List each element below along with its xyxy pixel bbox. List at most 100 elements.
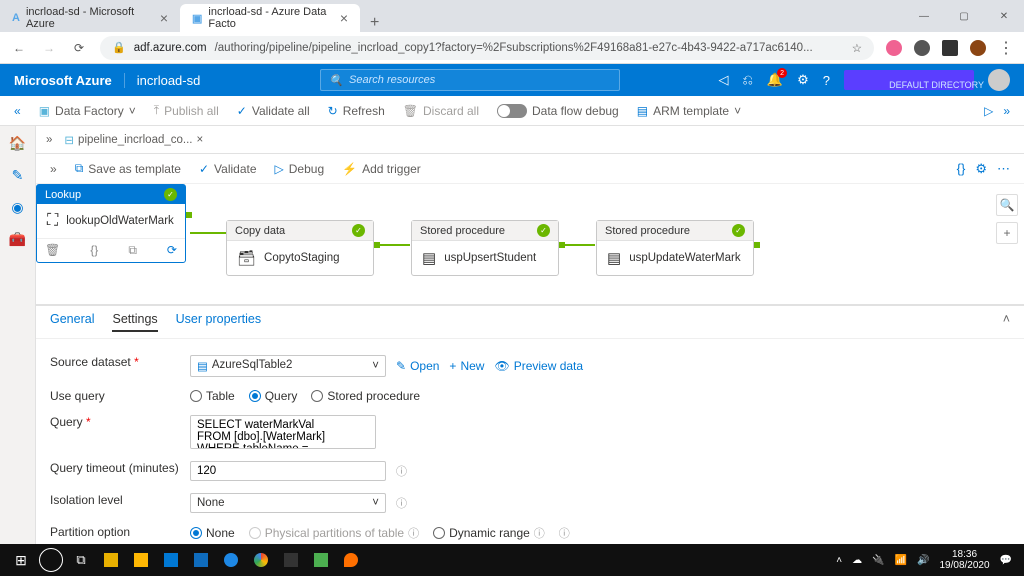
activity-stored-procedure[interactable]: Stored procedure✓ ▤uspUpsertStudent <box>411 220 559 276</box>
new-tab-button[interactable]: + <box>360 14 389 32</box>
help-icon[interactable]: ? <box>823 73 830 88</box>
radio-partition-dynamic[interactable]: Dynamic range ⓘ <box>433 525 545 541</box>
back-button[interactable]: ← <box>10 39 28 57</box>
radio-query[interactable]: Query <box>249 389 298 403</box>
open-dataset-button[interactable]: ✎Open <box>396 359 439 373</box>
taskbar-app[interactable] <box>336 546 366 574</box>
filter-icon[interactable]: ⚙ <box>975 161 987 177</box>
taskbar-app[interactable] <box>216 546 246 574</box>
validate-button[interactable]: ✓Validate <box>199 162 257 176</box>
radio-table[interactable]: Table <box>190 389 235 403</box>
browser-tab-active[interactable]: ▣ incrload-sd - Azure Data Facto × <box>180 4 360 32</box>
taskbar-app[interactable] <box>186 546 216 574</box>
activity-stored-procedure[interactable]: Stored procedure✓ ▤uspUpdateWaterMark <box>596 220 754 276</box>
tray-wifi-icon[interactable]: 📶 <box>895 555 907 566</box>
validate-all-button[interactable]: ✓Validate all <box>237 104 310 118</box>
search-icon[interactable]: 🔍 <box>996 194 1018 216</box>
start-button[interactable]: ⊞ <box>6 546 36 574</box>
tray-notifications-icon[interactable]: 💬 <box>1000 555 1012 566</box>
cortana-button[interactable] <box>36 546 66 574</box>
taskbar-app[interactable] <box>126 546 156 574</box>
taskbar-app[interactable] <box>96 546 126 574</box>
query-timeout-input[interactable] <box>190 461 386 481</box>
source-dataset-select[interactable]: ▤AzureSqlTable2˅ <box>190 355 386 377</box>
git-icon[interactable]: ⎌ <box>743 72 753 88</box>
reload-button[interactable]: ⟳ <box>70 39 88 57</box>
monitor-icon[interactable]: ◉ <box>9 198 27 216</box>
more-icon[interactable]: ⋯ <box>997 161 1010 177</box>
expand-panel-icon[interactable]: » <box>46 134 52 146</box>
info-icon[interactable]: ⓘ <box>396 463 407 479</box>
taskbar-app[interactable] <box>156 546 186 574</box>
data-flow-debug-toggle[interactable]: Data flow debug <box>497 104 619 118</box>
tray-volume-icon[interactable]: 🔊 <box>917 555 929 566</box>
tray-chevron-icon[interactable]: ˄ <box>836 555 842 566</box>
info-icon[interactable]: ⓘ <box>559 525 570 541</box>
radio-partition-none[interactable]: None <box>190 526 235 540</box>
code-icon[interactable]: {} <box>957 161 966 176</box>
close-icon[interactable]: × <box>197 134 204 146</box>
profile-icon[interactable] <box>970 40 986 56</box>
publish-all-button[interactable]: ⤒Publish all <box>154 103 219 118</box>
data-factory-dropdown[interactable]: ▣Data Factory˅ <box>39 104 136 118</box>
url-field[interactable]: 🔒 adf.azure.com/authoring/pipeline/pipel… <box>100 36 874 60</box>
delete-icon[interactable]: 🗑 <box>45 243 60 258</box>
notifications-icon[interactable]: 🔔2 <box>767 72 783 88</box>
minimize-button[interactable]: — <box>904 0 944 32</box>
search-input[interactable]: 🔍 Search resources <box>320 69 620 91</box>
feedback-icon[interactable]: ◁ <box>719 72 729 88</box>
taskbar-app[interactable] <box>276 546 306 574</box>
preview-data-button[interactable]: 👁Preview data <box>494 359 583 373</box>
debug-button[interactable]: ▷Debug <box>275 162 325 176</box>
activity-copy-data[interactable]: Copy data✓ 🗃CopytoStaging <box>226 220 374 276</box>
close-window-button[interactable]: ✕ <box>984 0 1024 32</box>
tray-power-icon[interactable]: 🔌 <box>872 555 884 566</box>
menu-icon[interactable]: ⋮ <box>998 38 1014 58</box>
new-dataset-button[interactable]: +New <box>449 359 484 373</box>
settings-icon[interactable]: ⚙ <box>797 72 809 88</box>
collapse-icon[interactable]: « <box>14 104 21 118</box>
tab-settings[interactable]: Settings <box>112 312 157 332</box>
taskbar-app[interactable] <box>306 546 336 574</box>
tab-user-properties[interactable]: User properties <box>176 312 261 332</box>
radio-stored-procedure[interactable]: Stored procedure <box>311 389 420 403</box>
arrow-icon[interactable]: ⟳ <box>167 243 177 258</box>
extension-icon[interactable] <box>886 40 902 56</box>
tray-cloud-icon[interactable]: ☁ <box>852 555 862 566</box>
task-view-button[interactable]: ⧉ <box>66 546 96 574</box>
collapse-panel-icon[interactable]: ˄ <box>1003 312 1010 332</box>
star-icon[interactable]: ☆ <box>852 41 862 55</box>
close-icon[interactable]: × <box>340 10 348 26</box>
activities-panel-icon[interactable]: » <box>50 162 57 176</box>
maximize-button[interactable]: ▢ <box>944 0 984 32</box>
browser-tab[interactable]: A incrload-sd - Microsoft Azure × <box>0 4 180 32</box>
tab-general[interactable]: General <box>50 312 94 332</box>
add-icon[interactable]: + <box>996 222 1018 244</box>
taskbar-app-chrome[interactable] <box>246 546 276 574</box>
expand-icon[interactable]: » <box>1003 104 1010 118</box>
arm-template-dropdown[interactable]: ▤ARM template˅ <box>637 104 741 118</box>
home-icon[interactable]: 🏠 <box>9 134 27 152</box>
save-as-template-button[interactable]: ⧉Save as template <box>75 161 181 176</box>
info-icon[interactable]: ⓘ <box>396 495 407 511</box>
discard-all-button[interactable]: 🗑Discard all <box>403 104 479 118</box>
isolation-level-select[interactable]: None˅ <box>190 493 386 513</box>
extension-icon[interactable] <box>914 40 930 56</box>
puzzle-icon[interactable] <box>942 40 958 56</box>
azure-brand[interactable]: Microsoft Azure <box>14 73 125 88</box>
author-icon[interactable]: ✎ <box>9 166 27 184</box>
code-icon[interactable]: {} <box>90 243 98 258</box>
avatar[interactable] <box>988 69 1010 91</box>
manage-icon[interactable]: 🧰 <box>9 230 27 248</box>
pipeline-tab[interactable]: ⊟ pipeline_incrload_co... × <box>58 133 209 147</box>
activity-lookup[interactable]: Lookup✓ ⛶lookupOldWaterMark 🗑 {} ⧉ ⟳ <box>36 184 186 263</box>
close-icon[interactable]: × <box>160 10 168 26</box>
pipeline-canvas[interactable]: Lookup✓ ⛶lookupOldWaterMark 🗑 {} ⧉ ⟳ Cop… <box>36 184 1024 304</box>
forward-button[interactable]: → <box>40 39 58 57</box>
play-icon[interactable]: ▷ <box>984 104 993 118</box>
clone-icon[interactable]: ⧉ <box>128 243 137 258</box>
add-trigger-button[interactable]: ⚡Add trigger <box>342 162 421 176</box>
query-textarea[interactable]: SELECT waterMarkVal FROM [dbo].[WaterMar… <box>190 415 376 449</box>
tray-clock[interactable]: 18:36 19/08/2020 <box>939 549 989 571</box>
refresh-button[interactable]: ↻Refresh <box>328 104 385 118</box>
